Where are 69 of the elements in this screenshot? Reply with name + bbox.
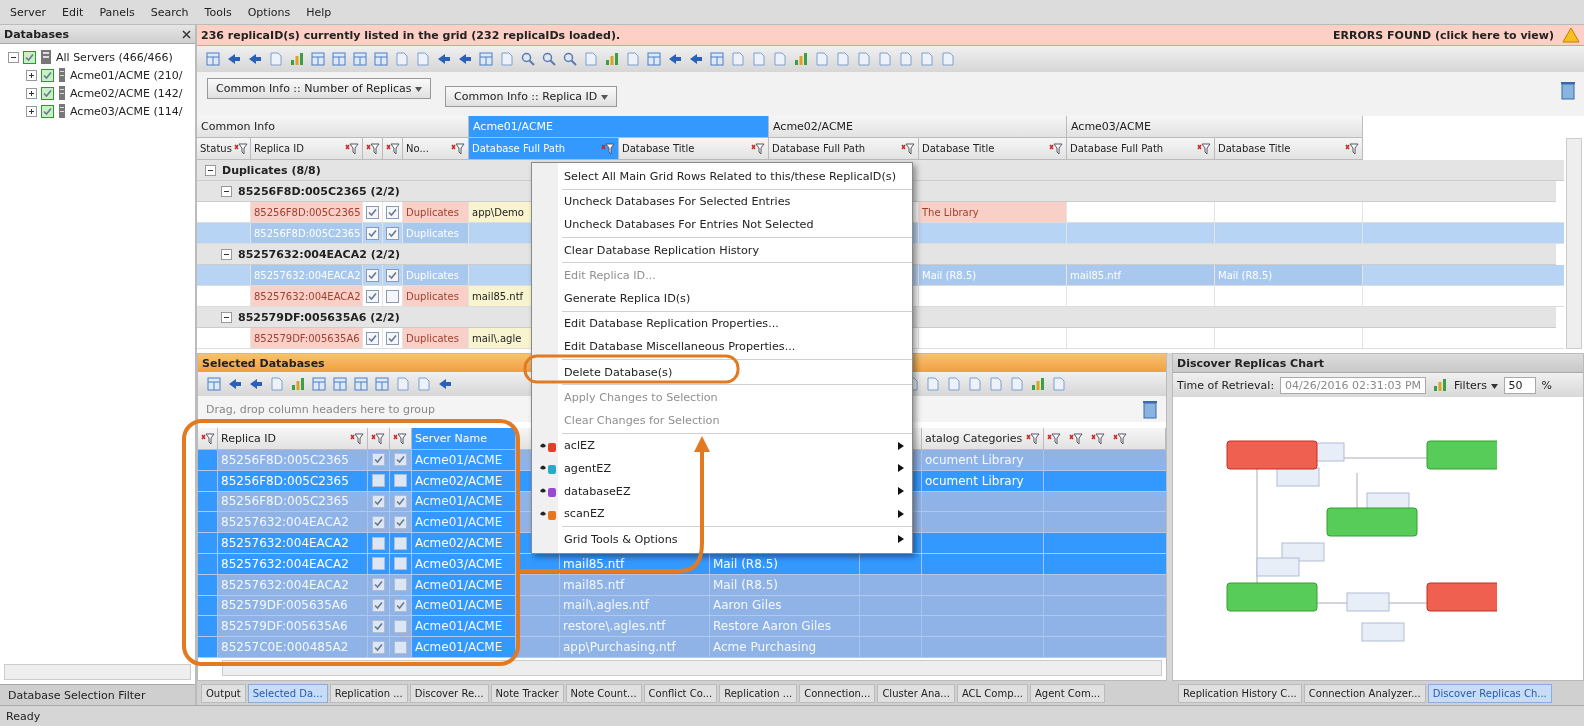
table-cell: Acme01/ACME bbox=[415, 640, 503, 655]
table-cell: Mail (R8.5) bbox=[713, 556, 778, 571]
field-label: Time of Retrieval: bbox=[1177, 378, 1275, 392]
panel-title: Databases bbox=[4, 27, 70, 41]
table-cell: app\Demo bbox=[472, 206, 524, 218]
column-title: Replica ID bbox=[221, 432, 276, 445]
table-cell: mail\.agle bbox=[472, 332, 522, 344]
table-cell: 85256F8D:005C2365 bbox=[221, 494, 349, 509]
status-text: Ready bbox=[6, 709, 41, 723]
table-cell: Duplicates bbox=[406, 290, 459, 302]
table-cell: mail85.ntf bbox=[563, 577, 625, 592]
table-cell: 85256F8D:005C2365 bbox=[254, 227, 361, 239]
table-cell: Duplicates bbox=[406, 227, 459, 239]
table-cell: 85257632:004EACA2 bbox=[221, 536, 349, 551]
table-cell: Aaron Giles bbox=[713, 598, 782, 613]
column-title: Database Title bbox=[622, 143, 695, 154]
panel-title: Selected Databases bbox=[202, 356, 325, 370]
column-title: Database Full Path bbox=[772, 143, 866, 154]
table-cell: 85257632:004EACA2 bbox=[254, 290, 361, 302]
group-hint: Drag, drop column headers here to group bbox=[206, 402, 435, 416]
column-title: No... bbox=[406, 143, 429, 154]
table-cell: Acme03/ACME bbox=[415, 556, 503, 571]
table-cell: mail85.ntf bbox=[563, 556, 625, 571]
table-cell: mail85.ntf bbox=[1070, 269, 1122, 281]
column-title: Database Full Path bbox=[1070, 143, 1164, 154]
column-title: Database Title bbox=[922, 143, 995, 154]
table-cell: 85257632:004EACA2 bbox=[221, 556, 349, 571]
panel-title: Discover Replicas Chart bbox=[1177, 356, 1325, 370]
table-cell: Acme02/ACME bbox=[415, 536, 503, 551]
column-title: atalog Categories bbox=[925, 432, 1023, 445]
table-cell: Acme01/ACME bbox=[415, 577, 503, 592]
table-cell: restore\.agles.ntf bbox=[563, 619, 666, 634]
table-cell: Acme01/ACME bbox=[415, 494, 503, 509]
table-cell: 85257632:004EACA2 bbox=[221, 577, 349, 592]
table-cell: 85256F8D:005C2365 bbox=[254, 206, 361, 218]
column-title: Database Title bbox=[1218, 143, 1291, 154]
table-cell: 852579DF:005635A6 bbox=[254, 332, 360, 344]
table-cell: Duplicates bbox=[406, 206, 459, 218]
table-cell: 852579DF:005635A6 bbox=[221, 598, 348, 613]
table-cell: 85256F8D:005C2365 bbox=[221, 452, 349, 467]
table-cell: Acme01/ACME bbox=[415, 598, 503, 613]
table-cell: 852579DF:005635A6 bbox=[221, 619, 348, 634]
table-cell: Acme01/ACME bbox=[415, 515, 503, 530]
table-cell: ocument Library bbox=[925, 473, 1024, 488]
table-cell: 85257632:004EACA2 bbox=[254, 269, 361, 281]
table-cell: 85257632:004EACA2 bbox=[221, 515, 349, 530]
table-cell: mail\.agles.ntf bbox=[563, 598, 649, 613]
column-title: Database Full Path bbox=[472, 143, 566, 154]
table-cell: Acme01/ACME bbox=[415, 452, 503, 467]
table-cell: Mail (R8.5) bbox=[922, 269, 977, 281]
table-cell: Acme Purchasing bbox=[713, 640, 817, 655]
table-cell: Acme01/ACME bbox=[415, 619, 503, 634]
table-cell: Duplicates bbox=[406, 332, 459, 344]
table-cell: mail85.ntf bbox=[472, 290, 524, 302]
table-cell: Restore Aaron Giles bbox=[713, 619, 831, 634]
table-cell: app\Purchasing.ntf bbox=[563, 640, 676, 655]
banner-message: 236 replicaID(s) currently listed in the grid (232 replicaIDs loaded). bbox=[201, 28, 622, 42]
table-cell: Mail (R8.5) bbox=[1218, 269, 1273, 281]
table-cell: Duplicates bbox=[406, 269, 459, 281]
table-cell: ocument Library bbox=[925, 452, 1024, 467]
table-cell: 85256F8D:005C2365 bbox=[221, 473, 349, 488]
column-title: Replica ID bbox=[254, 143, 304, 154]
table-cell: The Library bbox=[922, 206, 979, 218]
unit-label: % bbox=[1541, 378, 1552, 392]
table-cell: 85257C0E:000485A2 bbox=[221, 640, 349, 655]
column-title: Server Name bbox=[415, 432, 488, 445]
column-title: Status bbox=[200, 143, 232, 154]
table-cell: Mail (R8.5) bbox=[713, 577, 778, 592]
table-cell: Acme02/ACME bbox=[415, 473, 503, 488]
